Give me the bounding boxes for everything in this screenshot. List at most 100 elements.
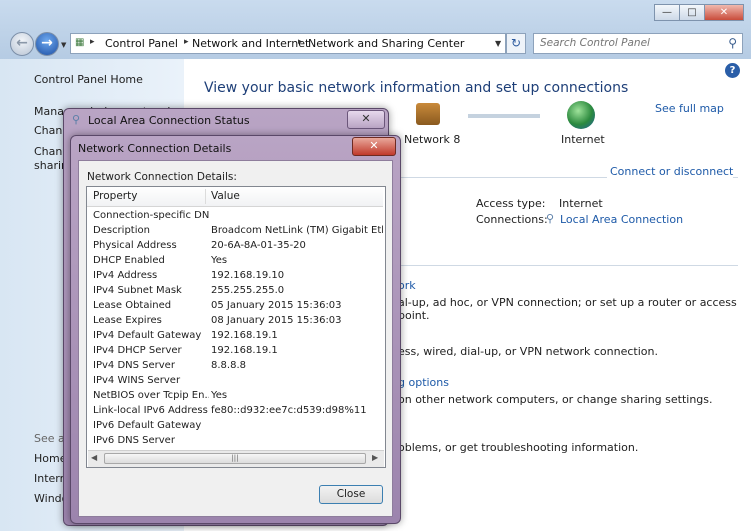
- property-cell: IPv4 WINS Server: [93, 375, 181, 386]
- search-input[interactable]: [540, 37, 720, 49]
- details-dialog-title: Network Connection Details: [78, 142, 232, 155]
- value-cell: fe80::d932:ee7c:d539:d98%11: [211, 405, 367, 416]
- property-cell: DHCP Enabled: [93, 255, 165, 266]
- close-icon: ✕: [369, 139, 379, 152]
- network-name: Network 8: [404, 133, 461, 146]
- scroll-right-icon[interactable]: ▶: [372, 453, 378, 462]
- table-row[interactable]: IPv4 DNS Server 8.8.8.8: [93, 360, 383, 375]
- troubleshoot-desc: oblems, or get troubleshooting informati…: [398, 441, 639, 454]
- property-cell: Lease Obtained: [93, 300, 172, 311]
- map-connector-line: [468, 114, 540, 118]
- lac-status-close-button[interactable]: ✕: [347, 110, 385, 129]
- property-cell: Lease Expires: [93, 315, 162, 326]
- value-cell: 255.255.255.0: [211, 285, 285, 296]
- property-cell: NetBIOS over Tcpip En...: [93, 390, 209, 401]
- globe-icon: [567, 101, 595, 129]
- breadcrumb-item[interactable]: Network and Internet: [192, 37, 309, 50]
- column-header-value[interactable]: Value: [211, 190, 240, 202]
- internet-label: Internet: [561, 133, 605, 146]
- connect-disconnect-link[interactable]: Connect or disconnect: [607, 165, 734, 178]
- breadcrumb-separator[interactable]: ▸: [184, 37, 189, 47]
- address-dropdown-icon[interactable]: ▼: [495, 39, 501, 48]
- local-area-connection-link[interactable]: Local Area Connection: [560, 213, 683, 226]
- table-row[interactable]: Link-local IPv6 Address fe80::d932:ee7c:d…: [93, 405, 383, 420]
- property-cell: IPv4 Address: [93, 270, 158, 281]
- homegroup-sharing-link[interactable]: g options: [398, 376, 449, 389]
- forward-button[interactable]: →: [35, 32, 59, 56]
- table-row[interactable]: IPv4 Default Gateway 192.168.19.1: [93, 330, 383, 345]
- property-cell: IPv4 DHCP Server: [93, 345, 182, 356]
- back-button[interactable]: ←: [10, 32, 34, 56]
- sidebar-item-control-panel-home[interactable]: Control Panel Home: [34, 73, 143, 86]
- value-cell: Yes: [211, 390, 228, 401]
- column-header-property[interactable]: Property: [93, 190, 137, 202]
- breadcrumb[interactable]: ▦ ▸ Control Panel ▸ Network and Internet…: [70, 33, 506, 54]
- access-type-value: Internet: [559, 197, 603, 210]
- see-full-map-link[interactable]: See full map: [655, 102, 724, 115]
- table-row[interactable]: IPv4 Address 192.168.19.10: [93, 270, 383, 285]
- property-cell: IPv6 Default Gateway: [93, 420, 202, 431]
- table-row[interactable]: IPv4 WINS Server: [93, 375, 383, 390]
- homegroup-sharing-desc: on other network computers, or change sh…: [398, 393, 713, 406]
- table-row[interactable]: Description Broadcom NetLink (TM) Gigabit…: [93, 225, 383, 240]
- property-cell: IPv6 DNS Server: [93, 435, 175, 446]
- window-close-button[interactable]: ✕: [704, 4, 744, 21]
- table-row[interactable]: IPv6 DNS Server: [93, 435, 383, 450]
- value-cell: Broadcom NetLink (TM) Gigabit Ethernet: [211, 225, 383, 236]
- breadcrumb-item[interactable]: Network and Sharing Center: [308, 37, 464, 50]
- connections-label: Connections:: [476, 213, 548, 226]
- scroll-left-icon[interactable]: ◀: [91, 453, 97, 462]
- column-divider[interactable]: [205, 189, 206, 204]
- table-row[interactable]: DHCP Enabled Yes: [93, 255, 383, 270]
- details-label: Network Connection Details:: [87, 171, 237, 183]
- recent-pages-dropdown[interactable]: ▼: [61, 41, 66, 49]
- property-cell: Physical Address: [93, 240, 177, 251]
- close-icon: ✕: [361, 112, 371, 125]
- refresh-button[interactable]: ↻: [506, 33, 526, 54]
- search-box[interactable]: ⚲: [533, 33, 743, 54]
- ethernet-icon: ⚲: [546, 212, 555, 225]
- table-row[interactable]: Connection-specific DN...: [93, 210, 383, 225]
- ethernet-icon: ⚲: [72, 113, 81, 126]
- back-arrow-icon: ←: [16, 35, 28, 51]
- horizontal-scrollbar[interactable]: ◀ ||| ▶: [88, 450, 384, 467]
- search-icon[interactable]: ⚲: [728, 36, 737, 50]
- bench-network-icon: [416, 103, 440, 125]
- property-cell: Description: [93, 225, 150, 236]
- maximize-button[interactable]: □: [679, 4, 705, 21]
- access-type-label: Access type:: [476, 197, 546, 210]
- close-button[interactable]: Close: [319, 485, 383, 504]
- breadcrumb-item[interactable]: Control Panel: [105, 37, 178, 50]
- table-row[interactable]: IPv4 DHCP Server 192.168.19.1: [93, 345, 383, 360]
- table-row[interactable]: IPv4 Subnet Mask 255.255.255.0: [93, 285, 383, 300]
- property-cell: Link-local IPv6 Address: [93, 405, 208, 416]
- details-list[interactable]: Property Value Connection-specific DN...…: [86, 186, 386, 468]
- breadcrumb-separator[interactable]: ▸: [298, 37, 303, 47]
- breadcrumb-separator[interactable]: ▸: [90, 37, 95, 47]
- table-row[interactable]: IPv6 Default Gateway: [93, 420, 383, 435]
- table-row[interactable]: Lease Expires 08 January 2015 15:36:03: [93, 315, 383, 330]
- control-panel-icon: ▦: [75, 37, 85, 48]
- property-cell: IPv4 DNS Server: [93, 360, 175, 371]
- property-cell: IPv4 Default Gateway: [93, 330, 202, 341]
- help-icon[interactable]: ?: [725, 63, 740, 78]
- minimize-button[interactable]: —: [654, 4, 680, 21]
- value-cell: 192.168.19.1: [211, 330, 278, 341]
- property-cell: Connection-specific DN...: [93, 210, 209, 221]
- value-cell: 192.168.19.10: [211, 270, 285, 281]
- value-cell: Yes: [211, 255, 228, 266]
- refresh-icon: ↻: [510, 36, 522, 50]
- value-cell: 08 January 2015 15:36:03: [211, 315, 342, 326]
- list-header: Property Value: [87, 187, 383, 207]
- forward-arrow-icon: →: [41, 35, 53, 51]
- property-cell: IPv4 Subnet Mask: [93, 285, 182, 296]
- section-divider: [398, 265, 738, 266]
- value-cell: 05 January 2015 15:36:03: [211, 300, 342, 311]
- table-row[interactable]: NetBIOS over Tcpip En... Yes: [93, 390, 383, 405]
- table-row[interactable]: Physical Address 20-6A-8A-01-35-20: [93, 240, 383, 255]
- scroll-thumb[interactable]: |||: [104, 453, 366, 464]
- table-row[interactable]: Lease Obtained 05 January 2015 15:36:03: [93, 300, 383, 315]
- details-close-x-button[interactable]: ✕: [352, 137, 396, 156]
- lac-status-title: Local Area Connection Status: [88, 114, 250, 127]
- connect-network-desc: ess, wired, dial-up, or VPN network conn…: [398, 345, 658, 358]
